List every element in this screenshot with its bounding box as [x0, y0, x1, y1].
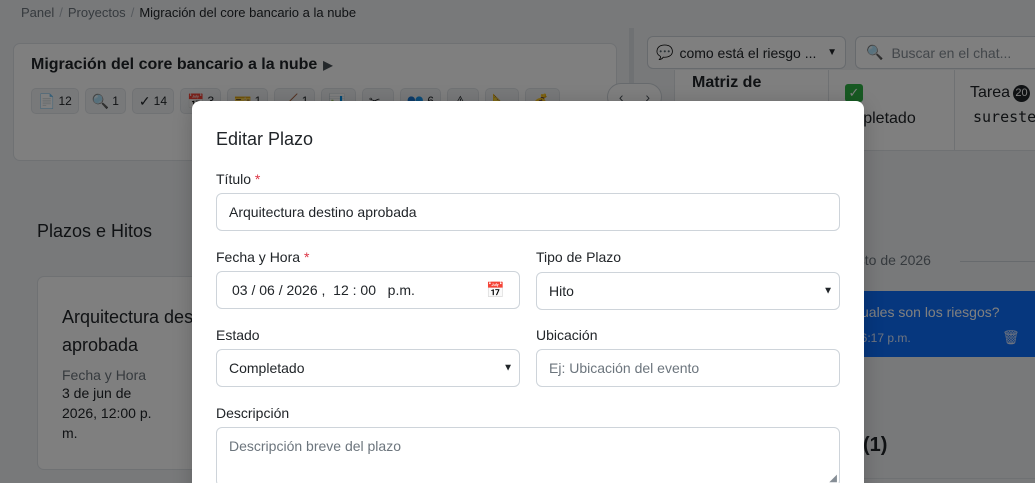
- chevron-down-icon: ▼: [823, 285, 833, 297]
- estado-label: Estado: [216, 327, 260, 343]
- fecha-label-text: Fecha y Hora: [216, 249, 301, 265]
- titulo-label: Título *: [216, 171, 260, 187]
- descripcion-placeholder: Descripción breve del plazo: [229, 438, 401, 454]
- ubicacion-label: Ubicación: [536, 327, 598, 343]
- estado-select[interactable]: Completado ▼: [216, 349, 520, 387]
- resize-handle-icon[interactable]: ◢: [829, 473, 837, 483]
- ubicacion-placeholder: Ej: Ubicación del evento: [549, 360, 700, 376]
- tipo-select-value: Hito: [549, 283, 574, 299]
- ubicacion-input[interactable]: Ej: Ubicación del evento: [536, 349, 840, 387]
- tipo-select[interactable]: Hito ▼: [536, 272, 840, 310]
- chevron-down-icon: ▼: [503, 362, 513, 374]
- fecha-label: Fecha y Hora *: [216, 249, 309, 265]
- calendar-icon[interactable]: 📅: [486, 281, 505, 299]
- descripcion-label: Descripción: [216, 405, 290, 421]
- edit-deadline-modal: Editar Plazo Título * Arquitectura desti…: [192, 101, 864, 483]
- titulo-label-text: Título: [216, 171, 252, 187]
- estado-select-value: Completado: [229, 360, 305, 376]
- titulo-input-value: Arquitectura destino aprobada: [229, 204, 417, 220]
- tipo-label: Tipo de Plazo: [536, 249, 622, 265]
- fecha-input[interactable]: 03 / 06 / 2026 , 12 : 00 p.m. 📅: [216, 271, 520, 309]
- required-marker: *: [254, 171, 261, 187]
- required-marker: *: [303, 249, 310, 265]
- titulo-input[interactable]: Arquitectura destino aprobada: [216, 193, 840, 231]
- descripcion-textarea[interactable]: Descripción breve del plazo ◢: [216, 427, 840, 483]
- fecha-input-value: 03 / 06 / 2026 , 12 : 00 p.m.: [232, 282, 415, 298]
- modal-title: Editar Plazo: [216, 129, 314, 149]
